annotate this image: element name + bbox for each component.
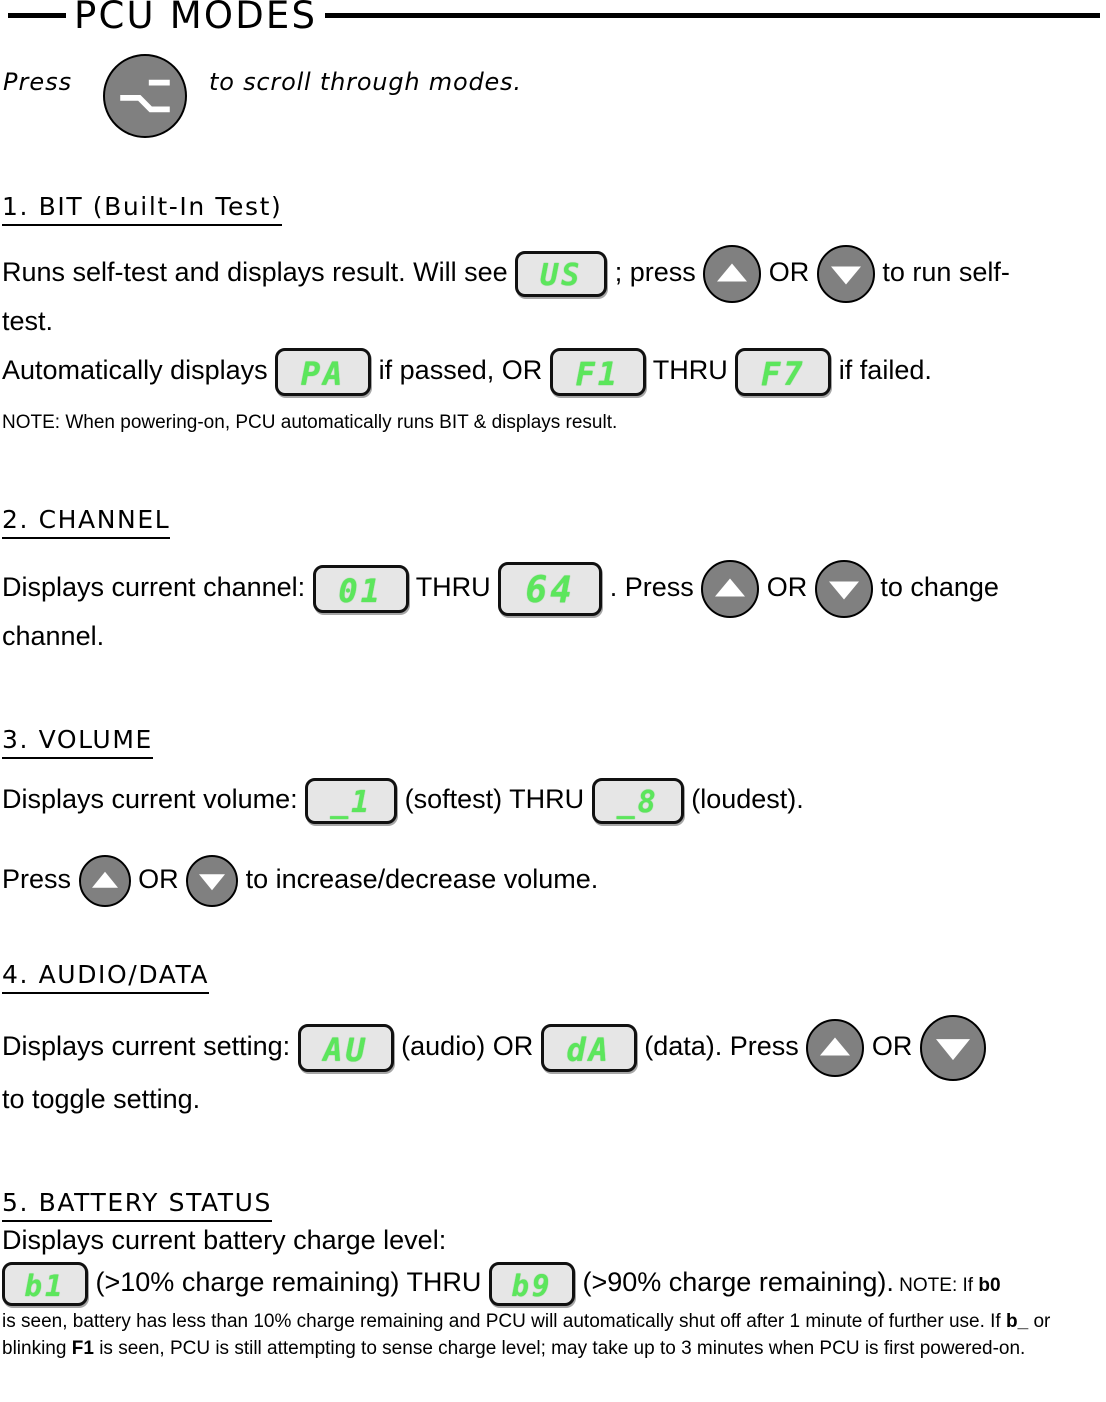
lcd-display-b9: b9 xyxy=(488,1262,575,1306)
section-heading-battery-status: 5. BATTERY STATUS xyxy=(2,1188,272,1222)
audio-text-b: (audio) OR xyxy=(401,1031,534,1062)
section-heading-bit: 1. BIT (Built-In Test) xyxy=(2,192,283,226)
bit-text-line2: test. xyxy=(2,306,54,336)
section-audio-data-body: Displays current setting: AU (audio) OR … xyxy=(2,1015,1102,1118)
bit-text-a: Runs self-test and displays result. Will… xyxy=(2,257,508,288)
section-heading-audio-data: 4. AUDIO/DATA xyxy=(2,960,210,994)
lcd-display-volume-max: _8 xyxy=(591,778,684,824)
section-bit-result-line: Automatically displays PA if passed, OR … xyxy=(2,348,1102,396)
channel-text-line2: channel. xyxy=(2,621,105,651)
battery-intro-line: Displays current battery charge level: xyxy=(2,1225,447,1255)
bit-or-1: OR xyxy=(768,257,810,288)
audio-or: OR xyxy=(871,1031,913,1062)
channel-text-c: . Press xyxy=(609,572,694,603)
battery-code-f1: F1 xyxy=(71,1338,94,1359)
battery-note-lead: NOTE: If xyxy=(899,1275,974,1297)
bit-result-a: Automatically displays xyxy=(2,355,268,386)
triangle-down-icon xyxy=(935,1039,970,1061)
down-arrow-button-audio[interactable] xyxy=(919,1015,986,1081)
bit-text-c: to run self- xyxy=(882,257,1010,288)
battery-text-b: (>90% charge remaining). xyxy=(582,1267,894,1298)
bit-text-b: ; press xyxy=(614,257,696,288)
up-arrow-button-audio[interactable] xyxy=(806,1019,865,1077)
battery-note-paragraph: is seen, battery has less than 10% charg… xyxy=(2,1308,1102,1362)
triangle-up-icon xyxy=(820,1037,851,1056)
page-title: PCU MODES xyxy=(74,0,318,37)
lcd-display-64: 64 xyxy=(498,562,603,616)
lcd-display-da: dA xyxy=(540,1024,637,1072)
up-arrow-button-bit[interactable] xyxy=(703,245,762,303)
volume-text-c: (loudest). xyxy=(691,784,804,815)
section-volume-press-line: Press OR to increase/decrease volume. xyxy=(2,855,1102,907)
header-rule-right xyxy=(325,13,1100,18)
lcd-display-au: AU xyxy=(297,1024,394,1072)
triangle-up-icon xyxy=(715,578,746,597)
volume-press-b: to increase/decrease volume. xyxy=(245,864,599,895)
section-heading-channel: 2. CHANNEL xyxy=(2,505,171,539)
bit-result-c: THRU xyxy=(652,355,728,386)
up-arrow-button-volume[interactable] xyxy=(78,855,131,907)
volume-text-a: Displays current volume: xyxy=(2,784,298,815)
battery-code-b0: b0 xyxy=(978,1275,1001,1297)
down-arrow-button-volume[interactable] xyxy=(186,855,239,907)
lcd-display-us: US xyxy=(515,251,608,297)
bit-result-b: if passed, OR xyxy=(378,355,543,386)
triangle-down-icon xyxy=(199,874,226,891)
channel-text-b: THRU xyxy=(415,572,491,603)
bit-note: NOTE: When powering-on, PCU automaticall… xyxy=(2,412,618,433)
channel-or: OR xyxy=(766,572,808,603)
bit-result-d: if failed. xyxy=(838,355,932,386)
channel-text-d: to change xyxy=(880,572,999,603)
volume-text-b: (softest) THRU xyxy=(404,784,585,815)
section-bit-body: Runs self-test and displays result. Will… xyxy=(2,245,1102,340)
scroll-step-icon xyxy=(120,79,170,113)
audio-text-c: (data). Press xyxy=(644,1031,799,1062)
lcd-display-volume-min: _1 xyxy=(305,778,398,824)
triangle-up-icon xyxy=(91,871,118,888)
intro-press-label: Press xyxy=(3,68,73,96)
audio-text-line2: to toggle setting. xyxy=(2,1084,201,1114)
scroll-mode-button[interactable] xyxy=(103,54,187,138)
header-rule-left xyxy=(8,13,66,18)
down-arrow-button-channel[interactable] xyxy=(814,560,873,618)
intro-press-tail: to scroll through modes. xyxy=(209,68,522,96)
lcd-display-b1: b1 xyxy=(2,1262,88,1306)
section-battery-body: b1 (>10% charge remaining) THRU b9 (>90%… xyxy=(2,1262,1106,1306)
up-arrow-button-channel[interactable] xyxy=(701,560,760,618)
intro-press-line: Press to scroll through modes. xyxy=(0,54,1106,138)
section-heading-volume: 3. VOLUME xyxy=(2,725,153,759)
section-channel-body: Displays current channel: 01 THRU 64 . P… xyxy=(2,560,1102,655)
lcd-display-f7: F7 xyxy=(735,348,832,396)
section-volume-body: Displays current volume: _1 (softest) TH… xyxy=(2,778,1102,824)
audio-text-a: Displays current setting: xyxy=(2,1031,291,1062)
battery-text-a: (>10% charge remaining) THRU xyxy=(95,1267,482,1298)
battery-note-part4: is seen, PCU is still attempting to sens… xyxy=(99,1338,1026,1359)
down-arrow-button-bit[interactable] xyxy=(816,245,875,303)
lcd-display-pa: PA xyxy=(275,348,372,396)
battery-code-b-blank: b_ xyxy=(1006,1311,1029,1332)
channel-text-a: Displays current channel: xyxy=(2,572,306,603)
volume-press-a: Press xyxy=(2,864,72,895)
volume-or: OR xyxy=(138,864,179,895)
triangle-up-icon xyxy=(717,263,748,282)
document-header: PCU MODES xyxy=(0,0,1106,42)
lcd-display-01: 01 xyxy=(312,565,409,613)
triangle-down-icon xyxy=(828,581,859,600)
triangle-down-icon xyxy=(830,266,861,285)
document-page: PCU MODES Press to scroll through modes.… xyxy=(0,0,1106,1402)
battery-note-part2: is seen, battery has less than 10% charg… xyxy=(2,1311,1001,1332)
lcd-display-f1: F1 xyxy=(549,348,646,396)
